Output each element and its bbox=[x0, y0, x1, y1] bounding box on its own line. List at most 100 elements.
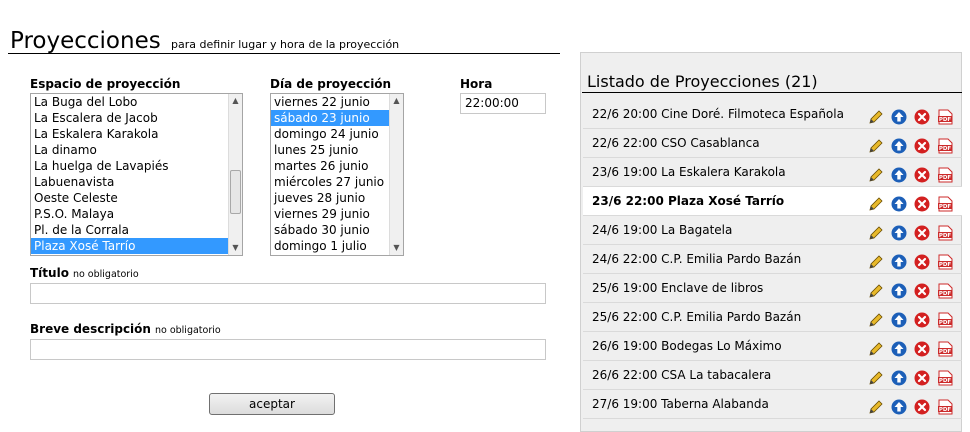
dia-option[interactable]: lunes 25 junio bbox=[271, 142, 403, 158]
scroll-down-icon[interactable]: ▼ bbox=[229, 241, 242, 255]
pdf-icon[interactable]: PDF bbox=[937, 312, 953, 328]
listado-row[interactable]: 23/6 19:00 La Eskalera Karakola PDF bbox=[583, 158, 962, 187]
espacio-option[interactable]: Plaza Xosé Tarrío bbox=[31, 238, 242, 254]
scroll-down-icon[interactable]: ▼ bbox=[390, 241, 403, 255]
delete-icon[interactable] bbox=[914, 370, 930, 386]
pdf-icon[interactable]: PDF bbox=[937, 254, 953, 270]
listado-row-text[interactable]: 26/6 22:00 CSA La tabacalera bbox=[592, 368, 771, 382]
arrow-up-icon[interactable] bbox=[891, 196, 907, 212]
dia-option[interactable]: sábado 23 junio bbox=[271, 110, 403, 126]
hora-input[interactable]: 22:00:00 bbox=[460, 93, 546, 114]
delete-icon[interactable] bbox=[914, 312, 930, 328]
listado-row-text[interactable]: 25/6 19:00 Enclave de libros bbox=[592, 281, 763, 295]
dia-option[interactable]: viernes 22 junio bbox=[271, 94, 403, 110]
dia-option[interactable]: miércoles 27 junio bbox=[271, 174, 403, 190]
pencil-icon[interactable] bbox=[868, 399, 884, 415]
delete-icon[interactable] bbox=[914, 283, 930, 299]
scroll-up-icon[interactable]: ▲ bbox=[390, 94, 403, 108]
delete-icon[interactable] bbox=[914, 254, 930, 270]
pdf-icon[interactable]: PDF bbox=[937, 283, 953, 299]
titulo-label-text: Título bbox=[30, 266, 69, 280]
arrow-up-icon[interactable] bbox=[891, 138, 907, 154]
arrow-up-icon[interactable] bbox=[891, 225, 907, 241]
listado-row-text[interactable]: 24/6 19:00 La Bagatela bbox=[592, 223, 732, 237]
arrow-up-icon[interactable] bbox=[891, 312, 907, 328]
pencil-icon[interactable] bbox=[868, 254, 884, 270]
listado-row[interactable]: 26/6 22:00 CSA La tabacalera PDF bbox=[583, 361, 962, 390]
descripcion-input[interactable] bbox=[30, 339, 546, 360]
listado-row[interactable]: 25/6 19:00 Enclave de libros PDF bbox=[583, 274, 962, 303]
espacio-option[interactable]: La Buga del Lobo bbox=[31, 94, 242, 110]
espacio-option[interactable]: La dinamo bbox=[31, 142, 242, 158]
listado-row[interactable]: 24/6 19:00 La Bagatela PDF bbox=[583, 216, 962, 245]
listado-row-text[interactable]: 22/6 22:00 CSO Casablanca bbox=[592, 136, 760, 150]
pdf-icon[interactable]: PDF bbox=[937, 109, 953, 125]
arrow-up-icon[interactable] bbox=[891, 370, 907, 386]
arrow-up-icon[interactable] bbox=[891, 254, 907, 270]
espacio-option[interactable]: Labuenavista bbox=[31, 174, 242, 190]
espacio-option[interactable]: Oeste Celeste bbox=[31, 190, 242, 206]
listado-row-text[interactable]: 23/6 19:00 La Eskalera Karakola bbox=[592, 165, 786, 179]
listado-row[interactable]: 27/6 19:00 Taberna Alabanda PDF bbox=[583, 390, 962, 419]
delete-icon[interactable] bbox=[914, 225, 930, 241]
pdf-icon[interactable]: PDF bbox=[937, 225, 953, 241]
delete-icon[interactable] bbox=[914, 109, 930, 125]
arrow-up-icon[interactable] bbox=[891, 341, 907, 357]
dia-option[interactable]: viernes 29 junio bbox=[271, 206, 403, 222]
pdf-icon[interactable]: PDF bbox=[937, 196, 953, 212]
espacio-option[interactable]: La huelga de Lavapiés bbox=[31, 158, 242, 174]
dia-option[interactable]: domingo 1 julio bbox=[271, 238, 403, 254]
listado-row[interactable]: 23/6 22:00 Plaza Xosé Tarrío PDF bbox=[583, 187, 962, 216]
dia-listbox[interactable]: viernes 22 junio sábado 23 junio domingo 2… bbox=[270, 93, 404, 256]
espacio-option[interactable]: Pl. de la Corrala bbox=[31, 222, 242, 238]
pencil-icon[interactable] bbox=[868, 109, 884, 125]
pencil-icon[interactable] bbox=[868, 370, 884, 386]
delete-icon[interactable] bbox=[914, 341, 930, 357]
dia-scrollbar[interactable]: ▲ ▼ bbox=[389, 94, 403, 255]
pdf-icon[interactable]: PDF bbox=[937, 370, 953, 386]
pencil-icon[interactable] bbox=[868, 341, 884, 357]
pencil-icon[interactable] bbox=[868, 283, 884, 299]
espacio-listbox[interactable]: La Buga del Lobo La Escalera de Jacob La E… bbox=[30, 93, 243, 256]
listado-row-text[interactable]: 22/6 20:00 Cine Doré. Filmoteca Española bbox=[592, 107, 844, 121]
pdf-icon[interactable]: PDF bbox=[937, 167, 953, 183]
delete-icon[interactable] bbox=[914, 167, 930, 183]
pencil-icon[interactable] bbox=[868, 167, 884, 183]
arrow-up-icon[interactable] bbox=[891, 167, 907, 183]
listado-row[interactable]: 24/6 22:00 C.P. Emilia Pardo Bazán PDF bbox=[583, 245, 962, 274]
listado-row-text[interactable]: 24/6 22:00 C.P. Emilia Pardo Bazán bbox=[592, 252, 801, 266]
espacio-scrollbar[interactable]: ▲ ▼ bbox=[228, 94, 242, 255]
pdf-icon[interactable]: PDF bbox=[937, 138, 953, 154]
delete-icon[interactable] bbox=[914, 196, 930, 212]
espacio-option[interactable]: La Eskalera Karakola bbox=[31, 126, 242, 142]
delete-icon[interactable] bbox=[914, 138, 930, 154]
arrow-up-icon[interactable] bbox=[891, 283, 907, 299]
pencil-icon[interactable] bbox=[868, 196, 884, 212]
listado-row[interactable]: 22/6 20:00 Cine Doré. Filmoteca Española… bbox=[583, 100, 962, 129]
listado-row-text[interactable]: 27/6 19:00 Taberna Alabanda bbox=[592, 397, 769, 411]
listado-row-text[interactable]: 25/6 22:00 C.P. Emilia Pardo Bazán bbox=[592, 310, 801, 324]
dia-option[interactable]: martes 26 junio bbox=[271, 158, 403, 174]
dia-option[interactable]: domingo 24 junio bbox=[271, 126, 403, 142]
delete-icon[interactable] bbox=[914, 399, 930, 415]
listado-row-text[interactable]: 23/6 22:00 Plaza Xosé Tarrío bbox=[592, 194, 784, 208]
accept-button[interactable]: aceptar bbox=[209, 393, 335, 415]
listado-row[interactable]: 22/6 22:00 CSO Casablanca PDF bbox=[583, 129, 962, 158]
pencil-icon[interactable] bbox=[868, 138, 884, 154]
listado-row-text[interactable]: 26/6 19:00 Bodegas Lo Máximo bbox=[592, 339, 782, 353]
scroll-up-icon[interactable]: ▲ bbox=[229, 94, 242, 108]
pdf-icon[interactable]: PDF bbox=[937, 341, 953, 357]
arrow-up-icon[interactable] bbox=[891, 399, 907, 415]
listado-row[interactable]: 26/6 19:00 Bodegas Lo Máximo PDF bbox=[583, 332, 962, 361]
titulo-input[interactable] bbox=[30, 283, 546, 304]
arrow-up-icon[interactable] bbox=[891, 109, 907, 125]
pdf-icon[interactable]: PDF bbox=[937, 399, 953, 415]
espacio-option[interactable]: P.S.O. Malaya bbox=[31, 206, 242, 222]
pencil-icon[interactable] bbox=[868, 225, 884, 241]
dia-option[interactable]: sábado 30 junio bbox=[271, 222, 403, 238]
scroll-thumb[interactable] bbox=[230, 170, 241, 214]
dia-option[interactable]: jueves 28 junio bbox=[271, 190, 403, 206]
pencil-icon[interactable] bbox=[868, 312, 884, 328]
espacio-option[interactable]: La Escalera de Jacob bbox=[31, 110, 242, 126]
listado-row[interactable]: 25/6 22:00 C.P. Emilia Pardo Bazán PDF bbox=[583, 303, 962, 332]
